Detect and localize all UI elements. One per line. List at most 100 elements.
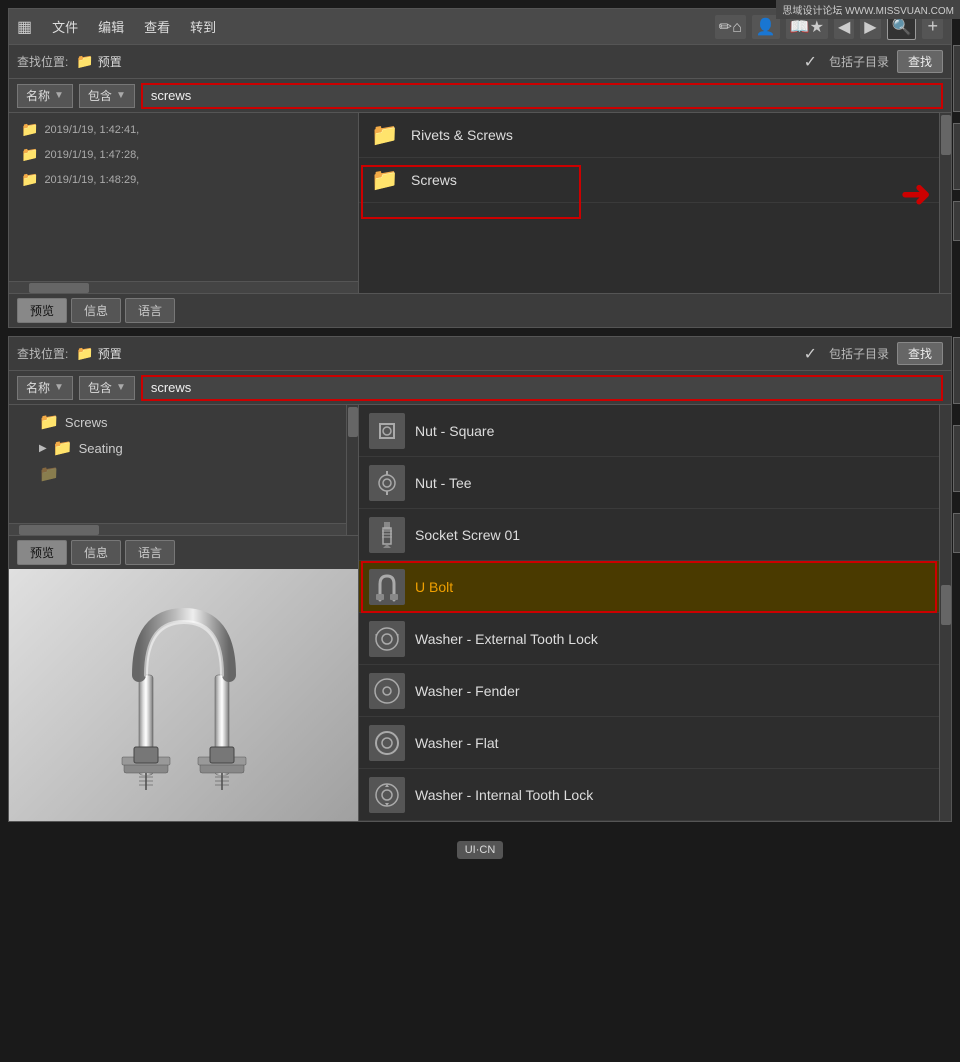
- label-washer-int: Washer - Internal Tooth Lock: [415, 787, 593, 803]
- list-item-socket-screw[interactable]: Socket Screw 01: [359, 509, 951, 561]
- right-side-tabs-top: 场景浏览器 内容浏览器 统计: [953, 45, 960, 241]
- bottom-tree-vscrollbar[interactable]: [346, 405, 358, 535]
- find-location: 📁 预置: [76, 53, 121, 70]
- search-input-top[interactable]: [141, 83, 943, 109]
- find-button-top[interactable]: 查找: [897, 50, 943, 73]
- filter-row-bottom: 名称 ▼ 包含 ▼: [9, 371, 951, 405]
- tab-language-top[interactable]: 语言: [125, 298, 175, 323]
- result-item-rivets[interactable]: 📁 Rivets & Screws: [359, 113, 951, 158]
- results-vscrollbar[interactable]: [939, 113, 951, 293]
- bottom-tree: 📁 Screws ▶ 📁 Seating 📁: [9, 405, 358, 535]
- list-item-nut-square[interactable]: Nut - Square: [359, 405, 951, 457]
- list-item-nut-tee[interactable]: Nut - Tee: [359, 457, 951, 509]
- icon-ubolt: [369, 569, 405, 605]
- tab-info-bottom[interactable]: 信息: [71, 540, 121, 565]
- list-item-washer-ext[interactable]: Washer - External Tooth Lock: [359, 613, 951, 665]
- folder-icon-1: 📁: [21, 121, 38, 138]
- include-check-icon: ✓: [804, 52, 817, 72]
- tab-preview-top[interactable]: 预览: [17, 298, 67, 323]
- menu-goto[interactable]: 转到: [186, 15, 220, 38]
- contains-dropdown[interactable]: 包含 ▼: [79, 84, 135, 108]
- side-tab-content1[interactable]: 内容浏览器: [953, 123, 960, 190]
- tab-info-top[interactable]: 信息: [71, 298, 121, 323]
- tree-item-extra[interactable]: 📁: [9, 461, 358, 487]
- folder-icon-3: 📁: [21, 171, 38, 188]
- side-tab-scene2[interactable]: 场景浏览器: [953, 337, 960, 404]
- name-arrow-bottom: ▼: [54, 382, 64, 393]
- tree-date-2: 2019/1/19, 1:47:28,: [44, 149, 139, 161]
- tree-date-3: 2019/1/19, 1:48:29,: [44, 174, 139, 186]
- list-item-washer-int[interactable]: Washer - Internal Tooth Lock: [359, 769, 951, 821]
- label-washer-fender: Washer - Fender: [415, 683, 520, 699]
- app-container: ▦ 文件 编辑 查看 转到 ✏⌂ 👤 📖★ ◀ ▶ 🔍 + 查找位置: 📁 预置: [0, 0, 960, 878]
- location-folder-icon: 📁: [76, 53, 93, 70]
- tab-preview-bottom[interactable]: 预览: [17, 540, 67, 565]
- bottom-tree-hscrollbar[interactable]: [9, 523, 358, 535]
- include-sub-label: 包括子目录: [829, 53, 889, 70]
- menu-file[interactable]: 文件: [48, 15, 82, 38]
- icon-washer-ext: [369, 621, 405, 657]
- result-item-screws[interactable]: 📁 Screws: [359, 158, 951, 203]
- side-tab-content2[interactable]: 内容浏览器: [953, 425, 960, 492]
- label-washer-flat: Washer - Flat: [415, 735, 499, 751]
- content-area-top: 📁 2019/1/19, 1:42:41, 📁 2019/1/19, 1:47:…: [9, 113, 951, 293]
- label-ubolt: U Bolt: [415, 579, 453, 595]
- tree-hscrollbar[interactable]: [9, 281, 358, 293]
- contains-dropdown-arrow: ▼: [116, 90, 126, 101]
- tree-date-1: 2019/1/19, 1:42:41,: [44, 124, 139, 136]
- list-item-ubolt[interactable]: U Bolt: [359, 561, 951, 613]
- tree-screws-label: Screws: [65, 415, 108, 430]
- name-dropdown[interactable]: 名称 ▼: [17, 84, 73, 108]
- tree-item-1[interactable]: 📁 2019/1/19, 1:42:41,: [9, 117, 358, 142]
- list-item-washer-fender[interactable]: Washer - Fender: [359, 665, 951, 717]
- side-tab-stats2[interactable]: 统计: [953, 513, 960, 553]
- tree-seating[interactable]: ▶ 📁 Seating: [9, 435, 358, 461]
- contains-arrow-bottom: ▼: [116, 382, 126, 393]
- location-folder-icon-bottom: 📁: [76, 345, 93, 362]
- list-item-washer-flat[interactable]: Washer - Flat: [359, 717, 951, 769]
- watermark: 思域设计论坛 WWW.MISSVUAN.COM: [776, 0, 960, 19]
- tree-screws[interactable]: 📁 Screws: [9, 409, 358, 435]
- location-text: 预置: [98, 53, 122, 70]
- left-tree-top: 📁 2019/1/19, 1:42:41, 📁 2019/1/19, 1:47:…: [9, 113, 359, 293]
- name-dropdown-bottom[interactable]: 名称 ▼: [17, 376, 73, 400]
- tree-expand-arrow: ▶: [39, 443, 47, 454]
- bottom-logo: UI·CN: [457, 841, 504, 859]
- bottom-content-row: 📁 Screws ▶ 📁 Seating 📁: [9, 405, 951, 821]
- search-input-bottom[interactable]: [141, 375, 943, 401]
- tree-item-2[interactable]: 📁 2019/1/19, 1:47:28,: [9, 142, 358, 167]
- tree-folder-extra: 📁: [39, 464, 59, 484]
- side-tab-scene1[interactable]: 场景浏览器: [953, 45, 960, 112]
- folder-icon-rivets: 📁: [369, 119, 401, 151]
- grid-icon: ▦: [17, 17, 32, 37]
- tab-language-bottom[interactable]: 语言: [125, 540, 175, 565]
- label-nut-tee: Nut - Tee: [415, 475, 472, 491]
- menu-edit[interactable]: 编辑: [94, 15, 128, 38]
- folder-icon-2: 📁: [21, 146, 38, 163]
- left-panel-bottom: 📁 Screws ▶ 📁 Seating 📁: [9, 405, 359, 821]
- tree-seating-label: Seating: [79, 441, 123, 456]
- side-tab-stats1[interactable]: 统计: [953, 201, 960, 241]
- contains-label: 包含: [88, 87, 112, 104]
- bottom-panel: 查找位置: 📁 预置 ✓ 包括子目录 查找 名称 ▼ 包含 ▼: [8, 336, 952, 822]
- preview-area: [9, 569, 358, 821]
- name-dropdown-arrow: ▼: [54, 90, 64, 101]
- find-button-bottom[interactable]: 查找: [897, 342, 943, 365]
- include-check-icon-bottom: ✓: [804, 344, 817, 364]
- find-label: 查找位置:: [17, 53, 68, 70]
- location-text-bottom: 预置: [98, 345, 122, 362]
- find-label-bottom: 查找位置:: [17, 345, 68, 362]
- icon-socket-screw: [369, 517, 405, 553]
- icon-nut-square: [369, 413, 405, 449]
- tree-item-3[interactable]: 📁 2019/1/19, 1:48:29,: [9, 167, 358, 192]
- tree-folder-screws: 📁: [39, 412, 59, 432]
- menu-view[interactable]: 查看: [140, 15, 174, 38]
- list-vscrollbar[interactable]: [939, 405, 951, 821]
- label-socket-screw: Socket Screw 01: [415, 527, 520, 543]
- name-label-bottom: 名称: [26, 379, 50, 396]
- include-sub-label-bottom: 包括子目录: [829, 345, 889, 362]
- pencil-home-icon[interactable]: ✏⌂: [715, 15, 746, 39]
- tree-folder-seating: 📁: [53, 438, 73, 458]
- find-bar-bottom: 查找位置: 📁 预置 ✓ 包括子目录 查找: [9, 337, 951, 371]
- contains-dropdown-bottom[interactable]: 包含 ▼: [79, 376, 135, 400]
